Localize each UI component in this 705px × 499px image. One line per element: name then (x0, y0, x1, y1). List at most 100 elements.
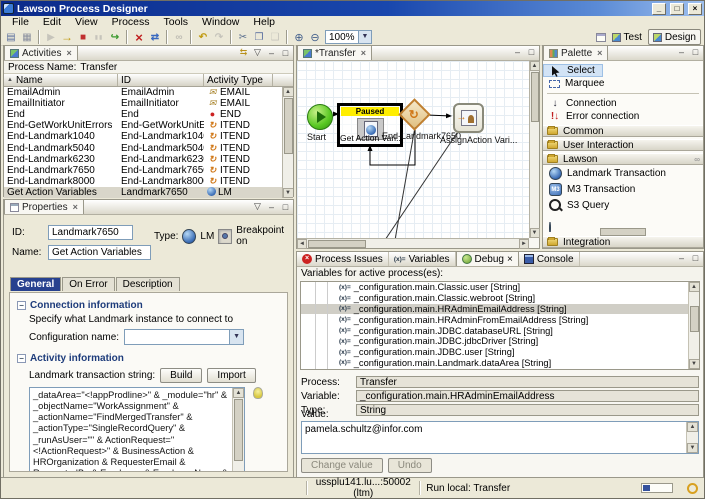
minimize-view-icon[interactable]: – (266, 48, 277, 58)
variable-row[interactable]: _configuration.main.Classic.user [String… (301, 282, 699, 293)
copy-icon[interactable] (251, 30, 267, 45)
scroll-up-icon[interactable]: ▲ (282, 87, 293, 97)
breakpoint-toggle[interactable] (218, 228, 233, 244)
import-button[interactable]: Import (207, 368, 256, 383)
build-button[interactable]: Build (160, 368, 203, 383)
perspective-design[interactable]: Design (647, 29, 701, 45)
scroll-up-icon[interactable]: ▲ (687, 422, 698, 432)
menu-process[interactable]: Process (105, 16, 157, 29)
category-user-interaction[interactable]: User Interaction (543, 139, 703, 151)
pin-icon[interactable]: ∞ (694, 155, 700, 164)
table-row-selected[interactable]: Get Action Variables Landmark7650 LM (4, 186, 293, 198)
scroll-down-icon[interactable]: ▼ (282, 188, 293, 198)
collapse-icon[interactable]: − (17, 301, 26, 310)
menu-help[interactable]: Help (246, 16, 282, 29)
tab-general[interactable]: General (10, 277, 62, 291)
value-scrollbar[interactable]: ▲ ▼ (686, 422, 698, 453)
category-lawson[interactable]: Lawson ∞ (543, 153, 703, 165)
cut-icon[interactable] (235, 30, 251, 45)
undo-icon[interactable] (195, 30, 211, 45)
scrollbar-thumb[interactable] (530, 72, 539, 122)
table-row[interactable]: EndEndEND (4, 109, 293, 120)
zoom-level-select[interactable]: 100% ▼ (325, 30, 372, 44)
scroll-up-icon[interactable]: ▲ (233, 388, 244, 398)
undo-button[interactable]: Undo (387, 458, 432, 473)
collapse-icon[interactable]: − (17, 354, 26, 363)
close-icon[interactable]: × (597, 48, 602, 58)
minimize-view-icon[interactable]: – (676, 253, 687, 263)
maximize-view-icon[interactable]: □ (690, 47, 701, 57)
tab-process-issues[interactable]: × Process Issues (297, 252, 389, 266)
print-icon[interactable] (19, 30, 35, 45)
title-bar[interactable]: Lawson Process Designer _ □ × (1, 1, 704, 16)
table-scrollbar[interactable]: ▲ ▼ (282, 87, 293, 198)
scrollbar-thumb[interactable] (234, 399, 243, 461)
tab-debug[interactable]: Debug × (455, 251, 519, 266)
palette-scrollbar-thumb[interactable] (600, 228, 646, 236)
maximize-view-icon[interactable]: □ (526, 47, 537, 57)
maximize-view-icon[interactable]: □ (280, 202, 291, 212)
textarea-scrollbar[interactable]: ▲ ▼ (232, 388, 244, 471)
redo-icon[interactable] (211, 30, 227, 45)
minimize-button[interactable]: _ (652, 2, 666, 15)
palette-item-landmark-transaction[interactable]: Landmark Transaction (543, 165, 703, 181)
paste-icon[interactable] (267, 30, 283, 45)
maximize-button[interactable]: □ (670, 2, 684, 15)
scroll-down-icon[interactable]: ▼ (688, 359, 699, 369)
maximize-view-icon[interactable]: □ (280, 48, 291, 58)
search-icon[interactable] (171, 30, 187, 45)
transaction-string-textarea[interactable]: _dataArea="<!appProdline>" & _module="hr… (29, 387, 245, 471)
assign-action-variables-node[interactable] (453, 103, 484, 133)
variable-row-selected[interactable]: _configuration.main.HRAdminEmailAddress … (301, 303, 699, 315)
stop-icon[interactable] (75, 30, 91, 45)
menu-edit[interactable]: Edit (36, 16, 68, 29)
view-menu-icon[interactable]: ▽ (252, 47, 263, 58)
close-icon[interactable]: × (507, 254, 513, 265)
minimize-view-icon[interactable]: – (676, 47, 687, 57)
table-row[interactable]: EmailInitiatorEmailInitiatorEMAIL (4, 98, 293, 109)
tab-console[interactable]: Console (519, 252, 580, 266)
chevron-down-icon[interactable]: ▼ (358, 31, 371, 43)
variable-row[interactable]: _configuration.main.JDBC.jdbcDriver [Str… (301, 336, 699, 347)
value-textarea[interactable]: pamela.schultz@infor.com ▲ ▼ (301, 421, 699, 454)
name-field[interactable]: Get Action Variables (48, 245, 151, 260)
save-icon[interactable] (3, 30, 19, 45)
tab-palette[interactable]: Palette × (543, 45, 609, 60)
column-header-name[interactable]: ▲ Name (4, 74, 118, 86)
table-row[interactable]: EmailAdminEmailAdminEMAIL (4, 87, 293, 98)
tree-scrollbar[interactable]: ▲ ▼ (688, 282, 699, 369)
design-canvas[interactable]: Start Paused Get Action Vari... ↻ End-La… (297, 61, 529, 238)
category-integration[interactable]: Integration (543, 236, 703, 248)
scroll-down-icon[interactable]: ▼ (529, 228, 540, 238)
table-row[interactable]: End-GetWorkUnitErrorsEnd-GetWorkUnitErro… (4, 120, 293, 131)
tool-marquee[interactable]: Marquee (543, 77, 703, 90)
menu-window[interactable]: Window (195, 16, 246, 29)
minimize-view-icon[interactable]: – (512, 47, 523, 57)
start-node[interactable] (307, 104, 333, 130)
table-row[interactable]: End-Landmark6230End-Landmark6230ITEND (4, 154, 293, 165)
close-button[interactable]: × (688, 2, 702, 15)
variable-row[interactable]: _configuration.main.JDBC.user [String] (301, 347, 699, 358)
variable-row[interactable]: _configuration.main.HRAdminFromEmailAddr… (301, 314, 699, 325)
pause-icon[interactable] (91, 30, 107, 45)
table-row[interactable]: End-Landmark1040End-Landmark1040ITEND (4, 131, 293, 142)
variable-row[interactable]: _configuration.main.Landmark.dataArea [S… (301, 358, 699, 369)
tab-description[interactable]: Description (115, 277, 180, 291)
link-with-editor-icon[interactable]: ⇆ (238, 47, 249, 58)
scroll-left-icon[interactable]: ◄ (297, 238, 307, 249)
chevron-down-icon[interactable]: ▼ (229, 330, 244, 344)
open-perspective-icon[interactable] (595, 32, 606, 42)
canvas-vertical-scrollbar[interactable]: ▲ ▼ (529, 61, 540, 238)
perspective-test[interactable]: Test (608, 29, 646, 45)
relaunch-icon[interactable] (147, 30, 163, 45)
scrollbar-thumb[interactable] (689, 306, 699, 332)
table-row[interactable]: End-Landmark5040End-Landmark5040ITEND (4, 142, 293, 154)
tab-transfer-editor[interactable]: *Transfer × (297, 45, 373, 60)
step-over-icon[interactable] (107, 30, 123, 45)
tab-properties[interactable]: Properties × (4, 199, 84, 214)
table-row[interactable]: End-Landmark7650End-Landmark7650ITEND (4, 165, 293, 176)
tool-error-connection[interactable]: !↓ Error connection (543, 110, 703, 123)
category-common[interactable]: Common (543, 125, 703, 137)
menu-view[interactable]: View (68, 16, 105, 29)
tab-on-error[interactable]: On Error (62, 277, 115, 291)
